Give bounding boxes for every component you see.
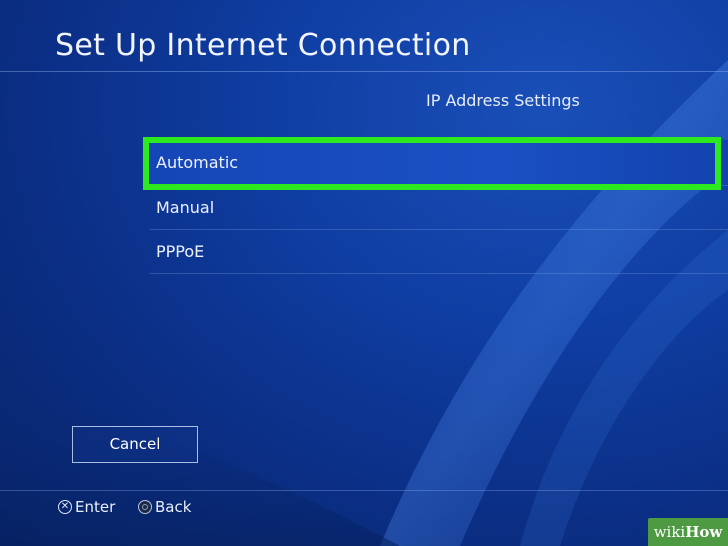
title-divider [0, 71, 728, 72]
back-hint: Back [138, 497, 191, 517]
cross-button-icon: ✕ [58, 500, 72, 514]
ps4-setup-screen: Set Up Internet Connection IP Address Se… [0, 0, 728, 546]
menu-item-label: PPPoE [156, 242, 205, 261]
ip-settings-menu: Automatic Manual PPPoE [150, 140, 728, 274]
back-hint-label: Back [155, 498, 192, 516]
enter-hint-label: Enter [75, 498, 116, 516]
menu-item-label: Manual [156, 198, 215, 217]
enter-hint: ✕ Enter [58, 497, 115, 517]
cancel-button[interactable]: Cancel [72, 426, 198, 463]
wikihow-watermark: wikiHow [648, 518, 728, 546]
circle-button-icon [138, 500, 152, 514]
menu-item-label: Automatic [156, 153, 239, 172]
menu-item-manual[interactable]: Manual [150, 186, 728, 230]
menu-item-automatic[interactable]: Automatic [150, 140, 728, 186]
section-heading: IP Address Settings [426, 91, 580, 110]
footer-divider [0, 490, 728, 491]
menu-item-pppoe[interactable]: PPPoE [150, 230, 728, 274]
page-title: Set Up Internet Connection [55, 28, 471, 63]
